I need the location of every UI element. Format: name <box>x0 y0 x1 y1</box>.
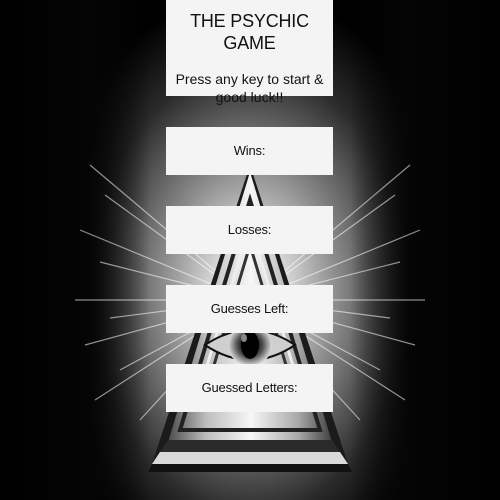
losses-label: Losses: <box>227 222 272 237</box>
wins-label: Wins: <box>233 143 266 158</box>
wins-box: Wins: <box>166 127 333 175</box>
guessed-letters-box: Guessed Letters: <box>166 364 333 412</box>
start-instructions: Press any key to start & good luck!! <box>175 71 324 105</box>
guesses-left-label: Guesses Left: <box>210 301 289 316</box>
losses-box: Losses: <box>166 206 333 254</box>
guessed-letters-label: Guessed Letters: <box>201 380 298 395</box>
title-panel: THE PSYCHIC GAME Press any key to start … <box>166 0 333 105</box>
game-title: THE PSYCHIC GAME <box>190 11 309 53</box>
guesses-left-box: Guesses Left: <box>166 285 333 333</box>
game-screen[interactable]: THE PSYCHIC GAME Press any key to start … <box>0 0 500 500</box>
